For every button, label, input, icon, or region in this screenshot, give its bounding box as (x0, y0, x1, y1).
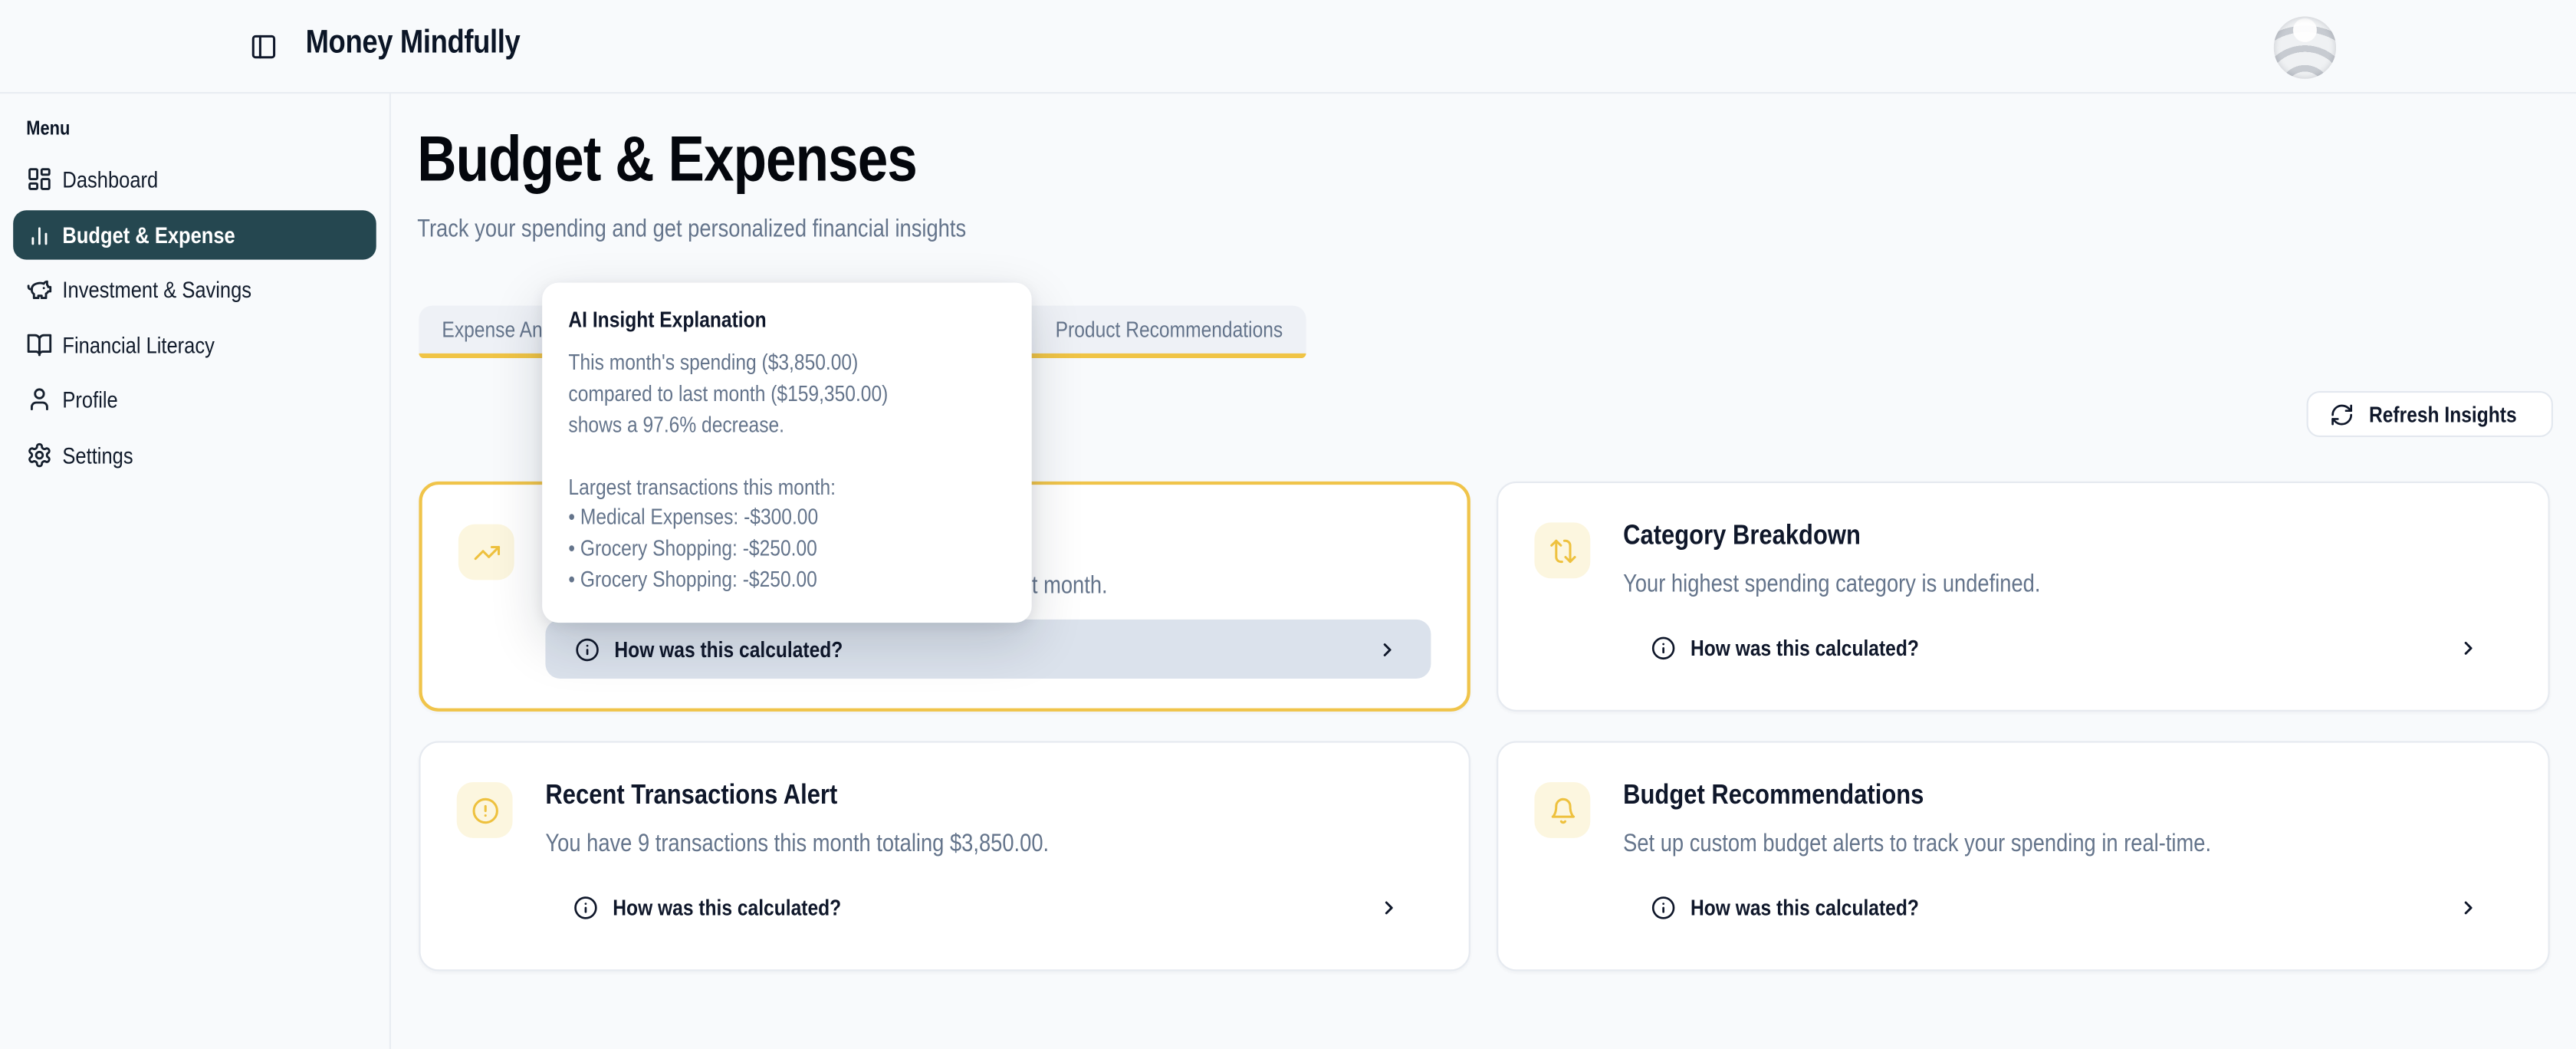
refresh-icon (2330, 402, 2354, 426)
gear-icon (26, 441, 52, 467)
app-title: Money Mindfully (306, 25, 558, 62)
sidebar-item-profile[interactable]: Profile (13, 375, 376, 424)
ai-insight-tooltip: AI Insight Explanation This month's spen… (542, 283, 1032, 623)
top-header: Money Mindfully (0, 0, 2576, 94)
chevron-right-icon (2458, 636, 2479, 658)
how-calculated-link[interactable]: How was this calculated? (1622, 618, 2512, 677)
sidebar-item-budget-expense[interactable]: Budget & Expense (13, 209, 376, 258)
page-title: Budget & Expenses (417, 125, 1005, 197)
bell-icon (1549, 796, 1576, 824)
dashboard-icon (26, 166, 52, 192)
refresh-button-label: Refresh Insights (2369, 402, 2543, 426)
tooltip-body: This month's spending ($3,850.00) compar… (568, 348, 1005, 597)
sidebar-item-dashboard[interactable]: Dashboard (13, 154, 376, 203)
sidebar-item-label: Settings (62, 441, 145, 467)
app-window: Money Mindfully Menu Dashboard Budget & … (0, 0, 2576, 1049)
card-icon-chip (457, 782, 513, 838)
sidebar-item-settings[interactable]: Settings (13, 429, 376, 478)
book-open-icon (26, 331, 52, 357)
sidebar-item-financial-literacy[interactable]: Financial Literacy (13, 320, 376, 369)
card-description: Set up custom budget alerts to track you… (1623, 830, 2315, 857)
how-calculated-label: How was this calculated? (1691, 895, 1959, 919)
card-category-breakdown: Category Breakdown Your highest spending… (1497, 482, 2550, 712)
card-title: Category Breakdown (1623, 519, 1902, 552)
how-calculated-link[interactable]: How was this calculated? (544, 877, 1432, 936)
avatar[interactable] (2274, 16, 2336, 78)
sidebar-item-label: Budget & Expense (62, 221, 265, 247)
info-icon (573, 895, 598, 919)
repeat-icon (1549, 537, 1576, 564)
chevron-right-icon (1377, 639, 1398, 660)
sidebar-item-investment-savings[interactable]: Investment & Savings (13, 265, 376, 314)
tab-product-recommendations[interactable]: Product Recommendations (1016, 317, 1283, 342)
how-calculated-label: How was this calculated? (613, 895, 881, 919)
sidebar-toggle-button[interactable] (242, 25, 284, 67)
alert-circle-icon (471, 796, 498, 824)
refresh-insights-button[interactable]: Refresh Insights (2307, 391, 2553, 437)
card-icon-chip (1534, 782, 1590, 838)
card-description: Your highest spending category is undefi… (1623, 571, 2114, 598)
card-title: Recent Transactions Alert (545, 779, 889, 812)
card-description: You have 9 transactions this month total… (545, 830, 1138, 857)
card-recent-transactions-alert: Recent Transactions Alert You have 9 tra… (419, 741, 1470, 971)
how-calculated-label: How was this calculated? (614, 636, 882, 661)
info-icon (575, 636, 600, 661)
panel-left-icon (249, 32, 277, 60)
sidebar-menu-label: Menu (26, 117, 389, 140)
chevron-right-icon (2458, 896, 2479, 918)
info-icon (1651, 635, 1676, 659)
sidebar-nav: Dashboard Budget & Expense Investment & … (13, 154, 376, 478)
sidebar-item-label: Investment & Savings (62, 276, 284, 302)
trending-up-icon (472, 538, 500, 566)
card-budget-recommendations: Budget Recommendations Set up custom bud… (1497, 741, 2550, 971)
how-calculated-link[interactable]: How was this calculated? (1622, 877, 2512, 936)
sidebar-item-label: Financial Literacy (62, 331, 241, 357)
tooltip-title: AI Insight Explanation (568, 307, 1005, 332)
bar-chart-icon (26, 221, 52, 247)
card-title: Budget Recommendations (1623, 779, 1976, 812)
sidebar: Menu Dashboard Budget & Expense Investme… (0, 92, 391, 1049)
info-icon (1651, 895, 1676, 919)
page-subtitle: Track your spending and get personalized… (417, 215, 1063, 243)
piggy-bank-icon (26, 276, 52, 302)
how-calculated-link[interactable]: How was this calculated? (545, 620, 1431, 679)
how-calculated-label: How was this calculated? (1691, 635, 1959, 659)
user-icon (26, 386, 52, 413)
sidebar-item-label: Profile (62, 386, 127, 413)
sidebar-item-label: Dashboard (62, 166, 175, 192)
card-icon-chip (1534, 522, 1590, 578)
card-icon-chip (458, 524, 514, 580)
chevron-right-icon (1378, 896, 1400, 918)
